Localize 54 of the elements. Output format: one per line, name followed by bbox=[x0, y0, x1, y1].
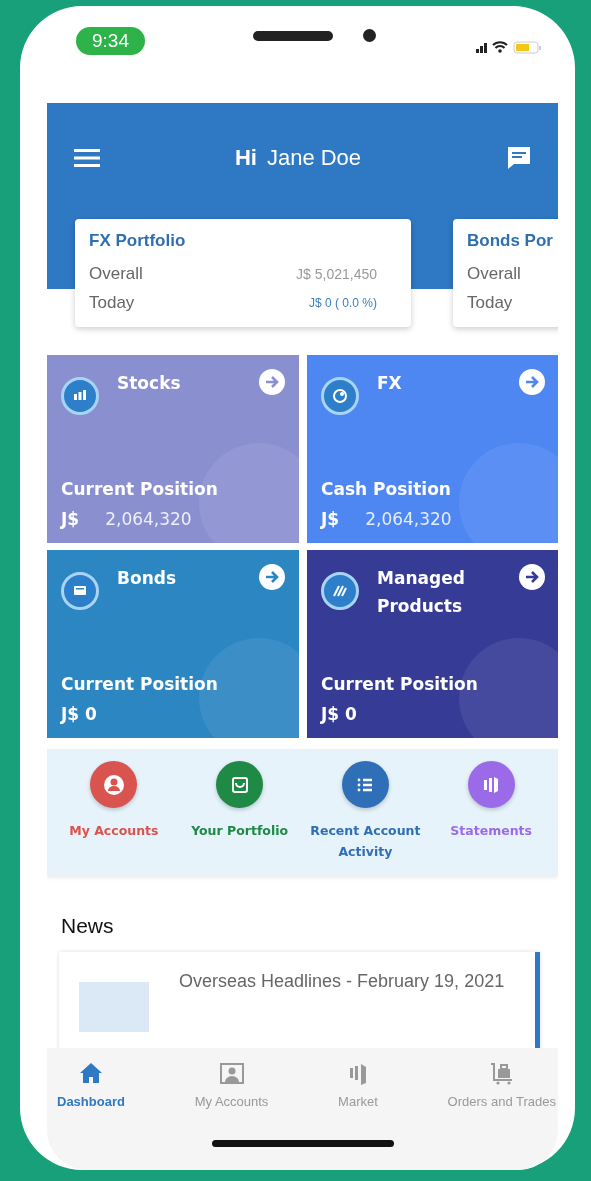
tile-icon bbox=[61, 377, 99, 415]
shortcut-link[interactable]: Your Portfolio bbox=[191, 820, 289, 841]
tile-label: Current Position bbox=[61, 674, 219, 694]
tile-label: Current Position bbox=[61, 479, 219, 499]
row-value: J$ 0 ( 0.0 %) bbox=[308, 295, 377, 310]
nav-tab[interactable]: Orders and Trades bbox=[447, 1059, 556, 1109]
shortcut-icon[interactable] bbox=[467, 761, 515, 808]
shortcut-icon[interactable] bbox=[90, 761, 138, 808]
nav-tab[interactable]: Market bbox=[338, 1059, 378, 1109]
news-thumbnail bbox=[79, 982, 149, 1032]
shortcut-link[interactable]: Recent Account Activity bbox=[302, 820, 429, 862]
camera-drawing bbox=[363, 29, 376, 42]
dashboard-tile[interactable]: Stocks Current Position J$ 2,064,320 bbox=[47, 355, 299, 543]
tile-icon bbox=[321, 572, 359, 610]
nav-tab[interactable]: Dashboard bbox=[57, 1059, 125, 1109]
tile-amount: 2,064,320 bbox=[365, 509, 452, 529]
row-label: Today bbox=[467, 292, 513, 313]
card-title: FX Portfolio bbox=[89, 231, 187, 251]
user-name: Jane Doe bbox=[266, 145, 362, 171]
tile-amount: J$ 0 bbox=[61, 704, 97, 724]
tile-amount: 2,064,320 bbox=[105, 509, 192, 529]
tile-title: FX bbox=[377, 372, 403, 395]
row-label: Today bbox=[89, 292, 135, 313]
shortcut-link[interactable]: Statements bbox=[450, 820, 532, 841]
currency-label: J$ bbox=[321, 509, 340, 529]
section-title: News bbox=[61, 914, 115, 938]
nav-tab[interactable]: My Accounts bbox=[194, 1059, 269, 1109]
chat-icon[interactable] bbox=[506, 145, 532, 171]
tile-icon bbox=[321, 377, 359, 415]
row-label: Overall bbox=[89, 263, 143, 284]
status-icons-drawing bbox=[476, 39, 542, 54]
tile-icon bbox=[61, 572, 99, 610]
tile-title: Managed Products bbox=[377, 567, 466, 618]
tile-title: Bonds bbox=[117, 567, 178, 590]
portfolio-card[interactable]: Bonds Por Overall Today bbox=[453, 219, 558, 327]
currency-label: J$ bbox=[61, 509, 80, 529]
row-label: Overall bbox=[467, 263, 521, 284]
tile-label: Current Position bbox=[321, 674, 479, 694]
greeting-text: Hi bbox=[234, 145, 257, 171]
shortcut-icon[interactable] bbox=[341, 761, 389, 808]
news-headline: Overseas Headlines - February 19, 2021 bbox=[179, 970, 505, 993]
tile-title: Stocks bbox=[117, 372, 182, 395]
tile-amount: J$ 0 bbox=[321, 704, 357, 724]
dashboard-tile[interactable]: Bonds Current Position J$ 0 bbox=[47, 550, 299, 738]
card-title: Bonds Por bbox=[467, 231, 554, 251]
menu-icon[interactable] bbox=[74, 148, 100, 168]
shortcut-icon[interactable] bbox=[216, 761, 264, 808]
portfolio-card[interactable]: FX Portfolio Overall J$ 5,021,450 Today J$ 0 ( 0.0 %) bbox=[75, 219, 411, 327]
dashboard-tile[interactable]: Managed Products Current Position J$ 0 bbox=[307, 550, 558, 738]
row-value: J$ 5,021,450 bbox=[296, 265, 377, 282]
dashboard-tile[interactable]: FX Cash Position J$ 2,064,320 bbox=[307, 355, 558, 543]
status-time: 9:34 bbox=[76, 26, 145, 55]
shortcut-link[interactable]: My Accounts bbox=[69, 820, 159, 841]
tile-label: Cash Position bbox=[321, 479, 452, 499]
